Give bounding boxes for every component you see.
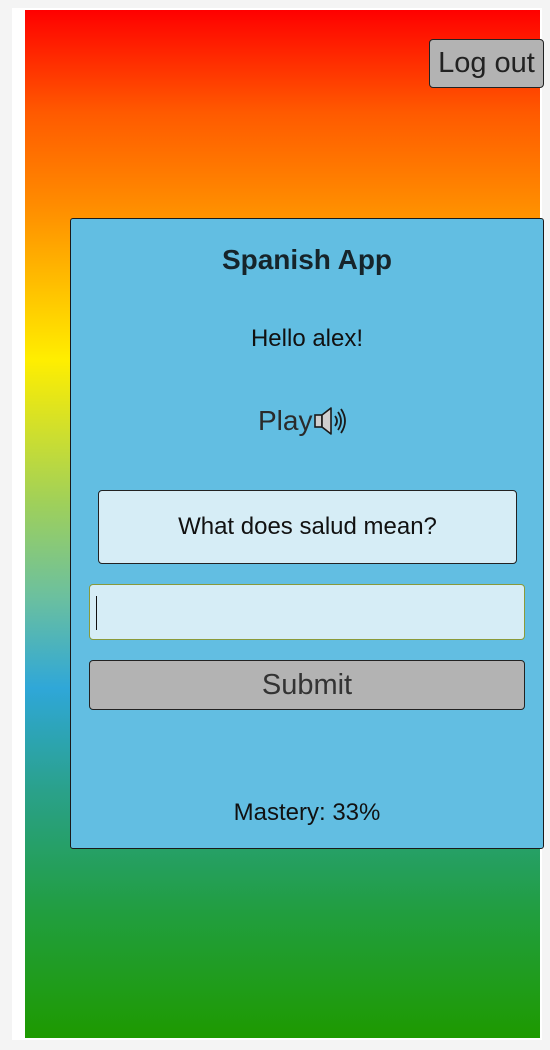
logout-button[interactable]: Log out <box>429 39 544 88</box>
submit-button[interactable]: Submit <box>89 660 525 710</box>
gradient-background: Log out Spanish App Hello alex! Play Wha… <box>25 10 544 1038</box>
question-text: What does salud mean? <box>178 513 437 540</box>
greeting-text: Hello alex! <box>250 325 364 352</box>
text-caret <box>96 596 97 630</box>
play-audio-button[interactable]: Play <box>258 404 349 438</box>
app-card: Spanish App Hello alex! Play What does s… <box>70 218 544 849</box>
mastery-text: Mastery: 33% <box>233 799 381 826</box>
question-box: What does salud mean? <box>98 490 517 564</box>
speaker-icon <box>314 407 347 435</box>
app-title: Spanish App <box>221 244 393 275</box>
answer-input[interactable] <box>89 584 525 640</box>
play-label: Play <box>258 405 313 436</box>
